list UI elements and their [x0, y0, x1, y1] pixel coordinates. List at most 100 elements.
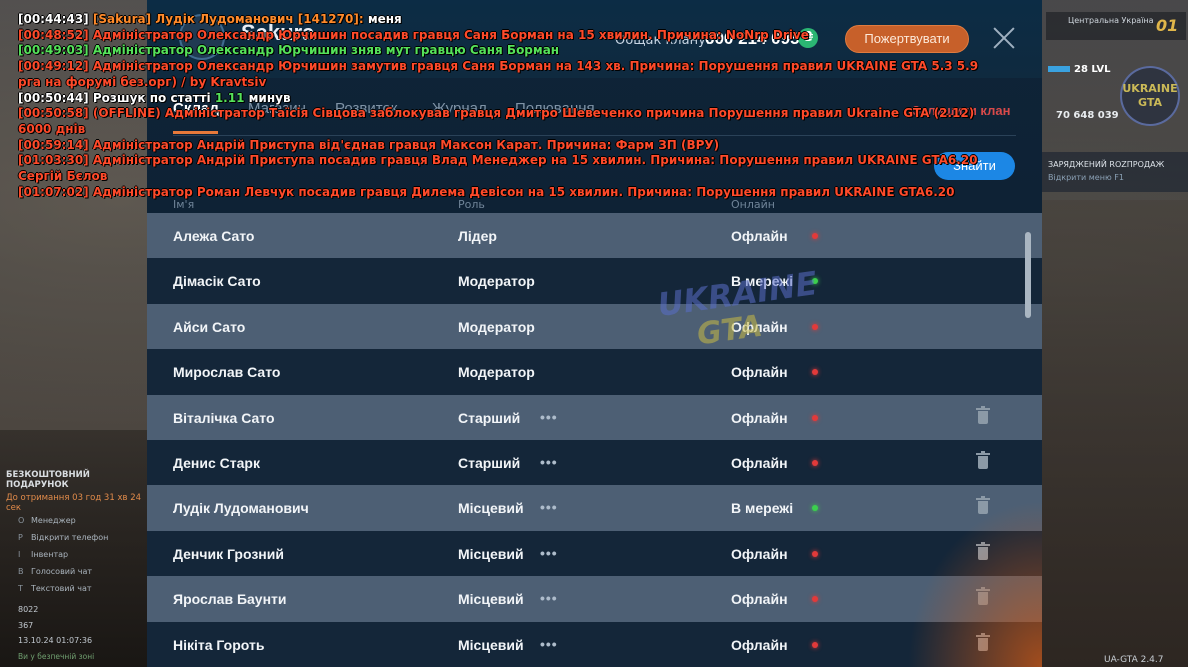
table-row[interactable]: Дімасік Сато Модератор В мережі [147, 258, 1042, 304]
member-name: Ярослав Баунти [173, 591, 287, 608]
hotkey-label: Відкрити телефон [31, 533, 109, 542]
member-status: Офлайн [731, 454, 788, 471]
more-options-icon[interactable]: ••• [540, 499, 558, 515]
table-row[interactable]: Віталічка Сато Старший ••• Офлайн [147, 394, 1042, 440]
chat-line: [00:44:43] [Sakura] Лудік Лудоманович [1… [18, 12, 938, 28]
money-display: 70 648 039 [1056, 110, 1119, 121]
safe-zone-text: Ви у безпечній зоні [18, 652, 95, 661]
member-role: Місцевий [458, 591, 524, 608]
trash-icon[interactable] [976, 632, 990, 651]
offline-dot-icon [812, 596, 818, 603]
member-role: Місцевий [458, 545, 524, 562]
close-icon[interactable] [992, 26, 1016, 50]
chat-line: [00:50:58] (OFFLINE) Адміністратор Таїсі… [18, 106, 974, 122]
member-status: В мережі [731, 500, 794, 517]
more-options-icon[interactable]: ••• [540, 590, 558, 606]
more-options-icon[interactable]: ••• [540, 409, 558, 425]
member-name: Алежа Сато [173, 228, 255, 244]
member-name: Дімасік Сато [173, 273, 261, 290]
more-options-icon[interactable]: ••• [540, 545, 558, 561]
trash-icon[interactable] [976, 587, 990, 606]
member-name: Денис Старк [173, 454, 260, 471]
free-gift-panel[interactable]: БЕЗКОШТОВНИЙ ПОДАРУНОК До отримання 03 г… [6, 470, 147, 513]
member-name: Айси Сато [173, 318, 246, 335]
offline-dot-icon [812, 459, 818, 466]
table-row[interactable]: Лудік Лудоманович Місцевий ••• В мережі [147, 485, 1042, 531]
hotkey-item: I Інвентар [18, 550, 108, 567]
player-id: 8022 [18, 605, 39, 614]
offline-dot-icon [812, 323, 818, 330]
table-row[interactable]: Мирослав Сато Модератор Офлайн [147, 349, 1042, 395]
member-name: Лудік Лудоманович [173, 500, 309, 517]
sale-banner-title: ЗАРЯДЖЕНИЙ ROZПРОДАЖ [1048, 160, 1165, 169]
online-count: 367 [18, 621, 34, 630]
level-indicator: 28 LVL [1048, 64, 1111, 75]
chat-text: [01:03:30] Адміністратор Андрій Приступа… [18, 153, 978, 168]
chat-line: [00:48:52] Адміністратор Олександр Юрчиш… [18, 28, 938, 44]
member-name: Мирослав Сато [173, 364, 281, 381]
hotkey-item: P Відкрити телефон [18, 533, 108, 550]
left-hud: БЕЗКОШТОВНИЙ ПОДАРУНОК До отримання 03 г… [0, 460, 147, 667]
trash-icon[interactable] [976, 496, 990, 515]
table-row[interactable]: Денис Старк Старший ••• Офлайн [147, 439, 1042, 486]
member-role: Місцевий [458, 636, 524, 653]
chat-text: 1.11 [214, 90, 245, 105]
level-bar [1048, 66, 1070, 72]
sale-banner[interactable]: ЗАРЯДЖЕНИЙ ROZПРОДАЖ Відкрити меню F1 [1042, 152, 1188, 192]
sale-banner-sub-text: Відкрити меню [1048, 173, 1112, 182]
sale-banner-sub: Відкрити меню F1 [1048, 173, 1188, 182]
chat-log: [00:44:43] [Sakura] Лудік Лудоманович [1… [18, 12, 978, 200]
member-role: Місцевий [458, 500, 524, 517]
chat-text: [00:50:58] (OFFLINE) Адміністратор Таїсі… [18, 106, 975, 121]
hotkey-key: T [18, 584, 23, 593]
members-scrollbar[interactable] [1025, 232, 1031, 318]
table-row[interactable]: Айси Сато Модератор Офлайн [147, 303, 1042, 350]
hotkey-key: O [18, 516, 25, 525]
chat-text: [00:48:52] Адміністратор Олександр Юрчиш… [18, 27, 809, 42]
chat-text: [00:59:14] Адміністратор Андрій Приступа… [18, 137, 720, 152]
hotkey-label: Текстовий чат [31, 584, 92, 593]
member-status: Офлайн [731, 409, 788, 426]
online-dot-icon [812, 505, 818, 512]
table-row[interactable]: Алежа Сато Лідер Офлайн [147, 213, 1042, 259]
hotkey-item: B Голосовий чат [18, 567, 108, 584]
offline-dot-icon [812, 550, 818, 557]
hotkey-item: T Текстовий чат [18, 584, 108, 601]
more-options-icon[interactable]: ••• [540, 636, 558, 652]
member-role: Старший [458, 454, 521, 471]
member-status: Офлайн [731, 636, 788, 653]
chat-text: минув [244, 90, 291, 105]
table-row[interactable]: Денчик Грозний Місцевий ••• Офлайн [147, 530, 1042, 577]
member-name: Нікіта Гороть [173, 636, 265, 653]
chat-line: [01:03:30] Адміністратор Андрій Приступа… [18, 153, 978, 169]
offline-dot-icon [812, 369, 818, 376]
trash-icon[interactable] [976, 405, 990, 424]
chat-line: [00:49:03] Адміністратор Олександр Юрчиш… [18, 43, 938, 59]
chat-line: 6000 днів [18, 122, 938, 138]
chat-text: [00:44:43] [18, 12, 93, 26]
region-number: 01 [1156, 16, 1179, 35]
offline-dot-icon [812, 233, 818, 239]
chat-line: [00:49:12] Адміністратор Олександр Юрчиш… [18, 59, 978, 75]
free-gift-timer: До отримання 03 год 31 хв 24 сек [6, 493, 142, 513]
online-dot-icon [812, 278, 818, 285]
hotkey-label: Голосовий чат [31, 567, 93, 576]
table-row[interactable]: Нікіта Гороть Місцевий ••• Офлайн [147, 621, 1042, 667]
server-logo: UKRAINE GTA [1120, 66, 1180, 126]
hotkey-key: I [18, 550, 21, 559]
members-table: Алежа Сато Лідер Офлайн Дімасік Сато Модерат… [147, 213, 1042, 667]
trash-icon[interactable] [976, 450, 990, 469]
chat-line: рга на форумі без.орг) / by Kravtsiv [18, 75, 938, 91]
trash-icon[interactable] [976, 541, 990, 560]
chat-text: меня [363, 12, 402, 26]
more-options-icon[interactable]: ••• [540, 454, 558, 470]
game-version: UA-GTA 2.4.7 [1104, 655, 1164, 665]
hotkey-list: O Менеджер P Відкрити телефон I Інвентар BГ… [18, 516, 108, 601]
hotkey-label: Менеджер [31, 516, 76, 525]
chat-text: [01:07:02] Адміністратор Роман Левчук по… [18, 184, 955, 199]
table-row[interactable]: Ярослав Баунти Місцевий ••• Офлайн [147, 576, 1042, 622]
free-gift-title: БЕЗКОШТОВНИЙ ПОДАРУНОК [6, 470, 90, 490]
sale-banner-key: F1 [1114, 173, 1124, 182]
hotkey-label: Інвентар [31, 550, 69, 559]
region-indicator: Центральна Україна 01 [1046, 12, 1186, 40]
